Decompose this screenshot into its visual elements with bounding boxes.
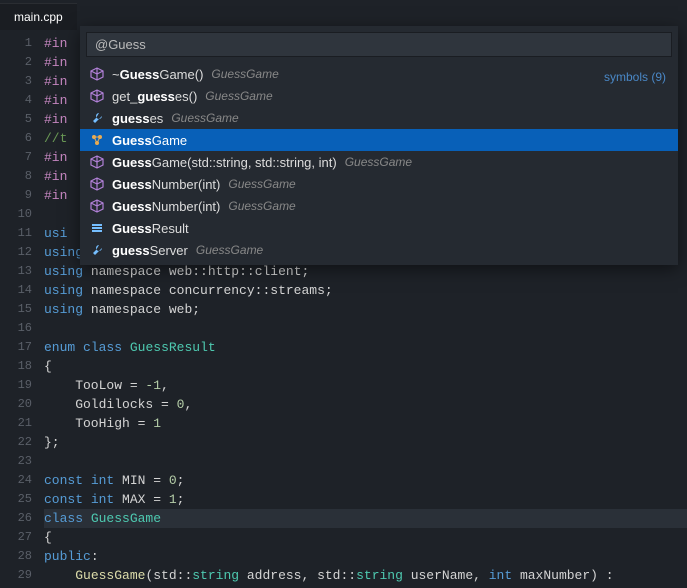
symbol-name: GuessResult — [112, 221, 189, 236]
line-number: 8 — [0, 167, 44, 186]
symbol-name: get_guesses() — [112, 89, 197, 104]
code-line[interactable]: const int MIN = 0; — [44, 471, 687, 490]
code-line[interactable] — [44, 319, 687, 338]
symbol-result[interactable]: GuessNumber(int) GuessGame — [80, 195, 678, 217]
symbol-result[interactable]: get_guesses() GuessGame — [80, 85, 678, 107]
symbol-result[interactable]: ~GuessGame() GuessGame — [80, 63, 678, 85]
enum-icon — [90, 221, 104, 235]
line-number: 20 — [0, 395, 44, 414]
symbol-name: GuessNumber(int) — [112, 177, 220, 192]
symbol-name: GuessGame(std::string, std::string, int) — [112, 155, 337, 170]
line-number: 27 — [0, 528, 44, 547]
symbol-result[interactable]: GuessGame — [80, 129, 678, 151]
line-number: 18 — [0, 357, 44, 376]
line-number: 23 — [0, 452, 44, 471]
code-line[interactable]: using namespace concurrency::streams; — [44, 281, 687, 300]
code-line[interactable]: { — [44, 528, 687, 547]
line-number: 25 — [0, 490, 44, 509]
line-number: 15 — [0, 300, 44, 319]
line-number: 14 — [0, 281, 44, 300]
symbol-result[interactable]: guesses GuessGame — [80, 107, 678, 129]
symbol-result[interactable]: GuessResult — [80, 217, 678, 239]
line-number: 2 — [0, 53, 44, 72]
line-number: 21 — [0, 414, 44, 433]
tab-main-cpp[interactable]: main.cpp — [0, 3, 77, 30]
code-line[interactable]: enum class GuessResult — [44, 338, 687, 357]
method-icon — [90, 155, 104, 169]
line-number: 26 — [0, 509, 44, 528]
symbol-name: GuessNumber(int) — [112, 199, 220, 214]
line-number: 19 — [0, 376, 44, 395]
line-number: 28 — [0, 547, 44, 566]
code-line[interactable]: Goldilocks = 0, — [44, 395, 687, 414]
symbol-name: ~GuessGame() — [112, 67, 203, 82]
line-number: 17 — [0, 338, 44, 357]
line-number: 5 — [0, 110, 44, 129]
code-line[interactable]: { — [44, 357, 687, 376]
code-line[interactable]: TooLow = -1, — [44, 376, 687, 395]
line-number: 6 — [0, 129, 44, 148]
line-number: 4 — [0, 91, 44, 110]
line-number: 11 — [0, 224, 44, 243]
line-number: 16 — [0, 319, 44, 338]
code-line[interactable] — [44, 452, 687, 471]
symbols-count[interactable]: symbols (9) — [604, 70, 666, 84]
line-number: 10 — [0, 205, 44, 224]
symbol-results: ~GuessGame()GuessGameget_guesses()GuessG… — [80, 63, 678, 265]
symbol-result[interactable]: GuessGame(std::string, std::string, int)… — [80, 151, 678, 173]
symbol-name: GuessGame — [112, 133, 187, 148]
field-icon — [90, 111, 104, 125]
symbol-context: GuessGame — [196, 243, 263, 257]
symbol-context: GuessGame — [211, 67, 278, 81]
line-number: 29 — [0, 566, 44, 585]
symbol-context: GuessGame — [228, 177, 295, 191]
field-icon — [90, 243, 104, 257]
code-line[interactable]: class GuessGame — [44, 509, 687, 528]
symbol-name: guesses — [112, 111, 163, 126]
line-number: 12 — [0, 243, 44, 262]
symbol-search-input[interactable]: @Guess — [86, 32, 672, 57]
line-number: 7 — [0, 148, 44, 167]
method-icon — [90, 177, 104, 191]
line-number: 13 — [0, 262, 44, 281]
method-icon — [90, 89, 104, 103]
code-line[interactable]: using namespace web; — [44, 300, 687, 319]
code-line[interactable]: }; — [44, 433, 687, 452]
symbol-result[interactable]: guessServer GuessGame — [80, 239, 678, 261]
symbol-search-popup: @Guess symbols (9) ~GuessGame()GuessGame… — [80, 26, 678, 265]
line-number: 1 — [0, 34, 44, 53]
code-line[interactable]: GuessGame(std::string address, std::stri… — [44, 566, 687, 585]
line-number: 9 — [0, 186, 44, 205]
gutter: 1234567891011121314151617181920212223242… — [0, 30, 44, 588]
line-number: 22 — [0, 433, 44, 452]
symbol-context: GuessGame — [205, 89, 272, 103]
code-line[interactable]: public: — [44, 547, 687, 566]
line-number: 3 — [0, 72, 44, 91]
symbol-context: GuessGame — [345, 155, 412, 169]
method-icon — [90, 199, 104, 213]
symbol-result[interactable]: GuessNumber(int) GuessGame — [80, 173, 678, 195]
line-number: 24 — [0, 471, 44, 490]
class-icon — [90, 133, 104, 147]
code-line[interactable]: TooHigh = 1 — [44, 414, 687, 433]
method-icon — [90, 67, 104, 81]
symbol-context: GuessGame — [171, 111, 238, 125]
symbol-name: guessServer — [112, 243, 188, 258]
symbol-context: GuessGame — [228, 199, 295, 213]
code-line[interactable]: const int MAX = 1; — [44, 490, 687, 509]
